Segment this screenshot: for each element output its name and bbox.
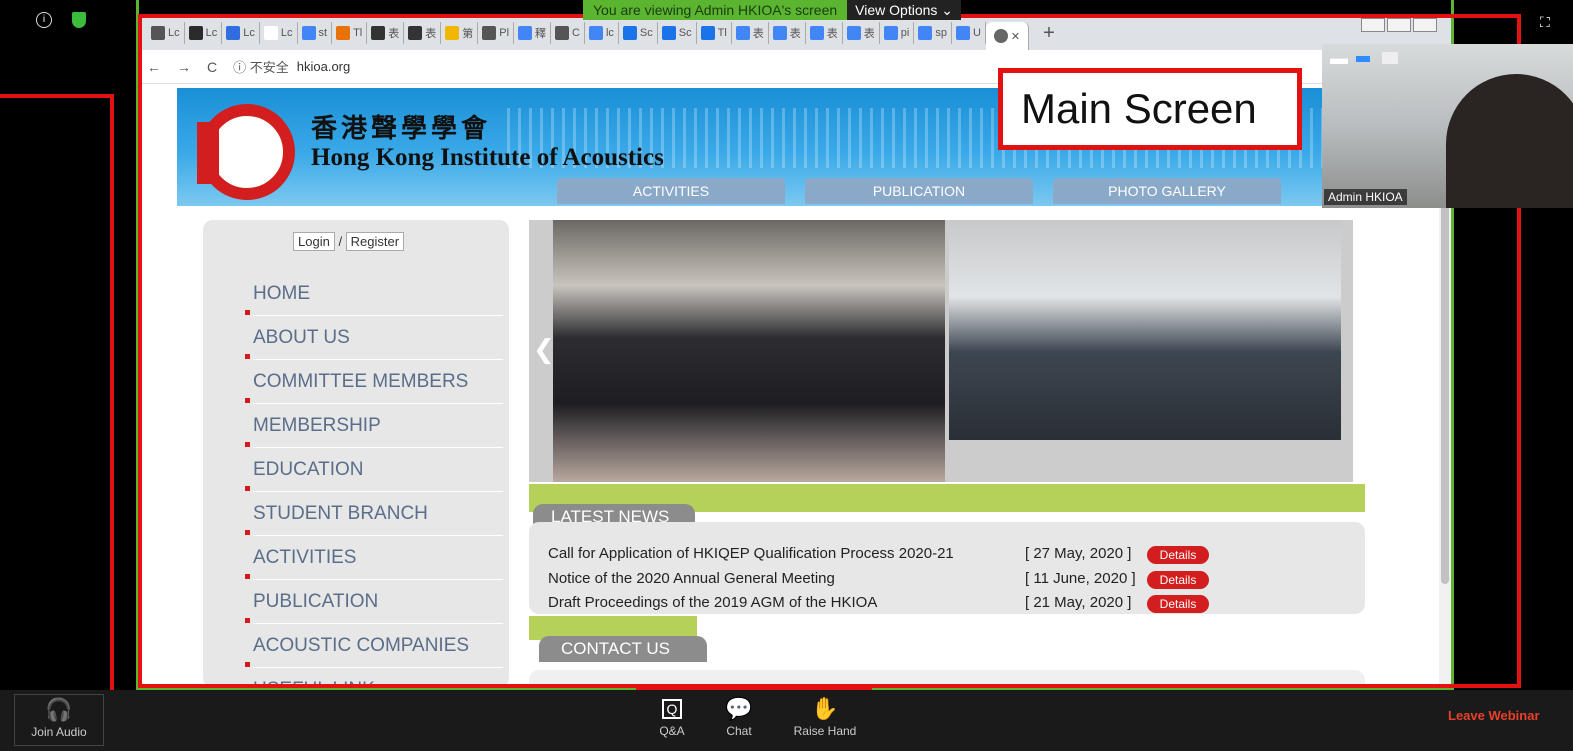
info-icon[interactable]: i xyxy=(36,12,52,28)
shield-icon[interactable] xyxy=(72,12,86,28)
participant-name: Admin HKIOA xyxy=(1324,189,1407,205)
video-view-icon[interactable] xyxy=(1356,56,1370,62)
annotation-main-screen-box xyxy=(138,14,1521,688)
leave-webinar-button[interactable]: Leave Webinar xyxy=(1448,708,1540,723)
annotation-join-audio-outline xyxy=(0,94,114,724)
join-audio-label: Join Audio xyxy=(31,725,87,739)
chevron-down-icon: ⌄ xyxy=(941,2,954,18)
chat-label: Chat xyxy=(726,724,752,738)
video-expand-icon[interactable] xyxy=(1382,52,1398,64)
participant-silhouette xyxy=(1446,74,1573,208)
chat-button[interactable]: 💬 Chat xyxy=(718,694,760,738)
view-options-button[interactable]: View Options ⌄ xyxy=(847,0,962,20)
raise-hand-label: Raise Hand xyxy=(793,724,857,738)
raise-hand-button[interactable]: ✋ Raise Hand xyxy=(790,694,860,738)
main-screen-label: Main Screen xyxy=(998,68,1302,150)
qa-icon: Q xyxy=(652,694,692,724)
participant-video[interactable]: ▬ Admin HKIOA xyxy=(1322,44,1573,208)
fullscreen-icon[interactable]: ⛶ xyxy=(1540,14,1550,31)
chat-icon: 💬 xyxy=(725,696,753,721)
hand-icon: ✋ xyxy=(811,696,839,721)
video-minimize-icon[interactable]: ▬ xyxy=(1330,48,1348,69)
screen-share-banner: You are viewing Admin HKIOA's screen Vie… xyxy=(583,0,1003,20)
qa-button[interactable]: Q Q&A xyxy=(652,694,692,738)
view-options-label: View Options xyxy=(855,2,938,18)
viewing-screen-message: You are viewing Admin HKIOA's screen xyxy=(583,0,848,20)
qa-label: Q&A xyxy=(659,724,685,738)
join-audio-button[interactable]: 🎧 Join Audio xyxy=(14,694,104,746)
headphone-icon: 🎧 xyxy=(45,697,73,722)
meeting-control-bar xyxy=(0,690,1573,751)
